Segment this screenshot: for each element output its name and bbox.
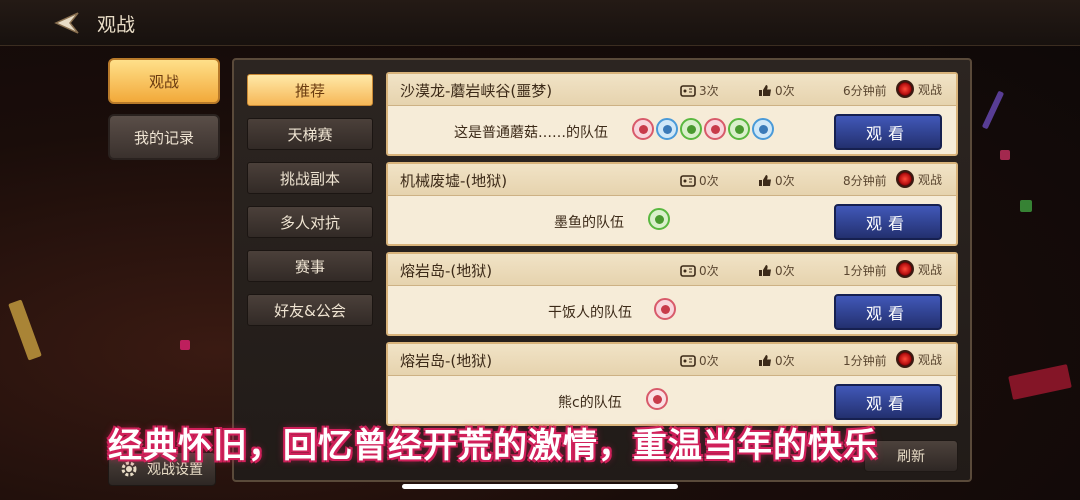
replay-entry: 熔岩岛-(地狱) 0次 0次 1分钟前 观战 干饭人的队伍 观看	[386, 252, 958, 336]
back-arrow-icon	[54, 12, 79, 34]
category-label: 天梯赛	[287, 125, 333, 144]
team-name: 熊c的队伍	[558, 395, 622, 411]
category-multiplayer-pvp[interactable]: 多人对抗	[247, 206, 373, 238]
live-dot-icon	[896, 260, 914, 278]
replay-list[interactable]: 沙漠龙-蘑岩峡谷(噩梦) 3次 0次 6分钟前 观战 这是普通蘑菇……的队伍 观…	[386, 72, 958, 426]
category-ladder[interactable]: 天梯赛	[247, 118, 373, 150]
tab-my-records[interactable]: 我的记录	[108, 114, 220, 160]
thumbs-up-icon	[759, 85, 771, 96]
replay-entry: 沙漠龙-蘑岩峡谷(噩梦) 3次 0次 6分钟前 观战 这是普通蘑菇……的队伍 观…	[386, 72, 958, 156]
overlay-caption: 经典怀旧，回忆曾经开荒的激情，重温当年的快乐	[108, 426, 878, 466]
like-count: 0次	[758, 262, 795, 279]
confetti	[180, 340, 190, 350]
category-label: 赛事	[294, 257, 325, 276]
replay-entry-header: 沙漠龙-蘑岩峡谷(噩梦) 3次 0次 6分钟前 观战	[388, 74, 956, 106]
category-label: 多人对抗	[279, 213, 340, 232]
confetti	[1020, 200, 1032, 212]
home-indicator[interactable]	[402, 484, 678, 489]
category-challenge-dungeon[interactable]: 挑战副本	[247, 162, 373, 194]
thumbs-up-icon	[759, 175, 771, 186]
back-button[interactable]	[48, 6, 84, 40]
live-watch-indicator[interactable]: 观战	[896, 170, 942, 188]
replay-entry: 熔岩岛-(地狱) 0次 0次 1分钟前 观战 熊c的队伍 观看	[386, 342, 958, 426]
category-label: 挑战副本	[279, 169, 340, 188]
team-name: 干饭人的队伍	[548, 305, 632, 321]
time-ago: 6分钟前	[843, 84, 887, 98]
hero-icons	[648, 208, 670, 230]
replay-entry-header: 熔岩岛-(地狱) 0次 0次 1分钟前 观战	[388, 344, 956, 376]
view-count: 0次	[680, 172, 719, 189]
live-watch-indicator[interactable]: 观战	[896, 350, 942, 368]
replay-entry: 机械废墟-(地狱) 0次 0次 8分钟前 观战 墨鱼的队伍 观看	[386, 162, 958, 246]
confetti	[8, 299, 42, 361]
live-dot-icon	[896, 350, 914, 368]
page-title: 观战	[97, 14, 136, 36]
hero-icons	[654, 298, 676, 320]
category-tournament[interactable]: 赛事	[247, 250, 373, 282]
map-name: 熔岩岛-(地狱)	[400, 262, 493, 280]
live-watch-indicator[interactable]: 观战	[896, 260, 942, 278]
tv-icon	[680, 265, 696, 277]
confetti	[1000, 150, 1010, 160]
like-count: 0次	[758, 82, 795, 99]
hero-class-icon	[648, 208, 670, 230]
tab-spectate[interactable]: 观战	[108, 58, 220, 104]
watch-button[interactable]: 观看	[834, 384, 942, 420]
live-dot-icon	[896, 170, 914, 188]
confetti	[981, 90, 1005, 130]
category-label: 推荐	[294, 81, 325, 100]
category-label: 好友&公会	[274, 301, 346, 320]
like-count: 0次	[758, 172, 795, 189]
time-ago: 1分钟前	[843, 354, 887, 368]
map-name: 机械废墟-(地狱)	[400, 172, 508, 190]
hero-icons	[646, 388, 668, 410]
view-count: 3次	[680, 82, 719, 99]
hero-class-icon	[654, 298, 676, 320]
watch-button[interactable]: 观看	[834, 114, 942, 150]
hero-icons	[632, 118, 774, 140]
category-friends-guild[interactable]: 好友&公会	[247, 294, 373, 326]
tab-my-records-label: 我的记录	[133, 128, 194, 147]
hero-class-icon	[632, 118, 654, 140]
tv-icon	[680, 175, 696, 187]
view-count: 0次	[680, 352, 719, 369]
time-ago: 8分钟前	[843, 174, 887, 188]
tv-icon	[680, 355, 696, 367]
tv-icon	[680, 85, 696, 97]
replay-entry-header: 熔岩岛-(地狱) 0次 0次 1分钟前 观战	[388, 254, 956, 286]
hero-class-icon	[646, 388, 668, 410]
hero-class-icon	[704, 118, 726, 140]
hero-class-icon	[656, 118, 678, 140]
hero-class-icon	[728, 118, 750, 140]
watch-button[interactable]: 观看	[834, 294, 942, 330]
view-count: 0次	[680, 262, 719, 279]
map-name: 熔岩岛-(地狱)	[400, 352, 493, 370]
confetti	[1008, 364, 1072, 400]
live-dot-icon	[896, 80, 914, 98]
tab-spectate-label: 观战	[148, 72, 179, 91]
watch-button[interactable]: 观看	[834, 204, 942, 240]
thumbs-up-icon	[759, 355, 771, 366]
hero-class-icon	[752, 118, 774, 140]
replay-entry-header: 机械废墟-(地狱) 0次 0次 8分钟前 观战	[388, 164, 956, 196]
live-watch-indicator[interactable]: 观战	[896, 80, 942, 98]
team-name: 墨鱼的队伍	[554, 215, 624, 231]
thumbs-up-icon	[759, 265, 771, 276]
top-bar: 观战	[0, 0, 1080, 46]
team-name: 这是普通蘑菇……的队伍	[454, 125, 608, 141]
category-recommended[interactable]: 推荐	[247, 74, 373, 106]
like-count: 0次	[758, 352, 795, 369]
time-ago: 1分钟前	[843, 264, 887, 278]
hero-class-icon	[680, 118, 702, 140]
map-name: 沙漠龙-蘑岩峡谷(噩梦)	[400, 82, 553, 100]
